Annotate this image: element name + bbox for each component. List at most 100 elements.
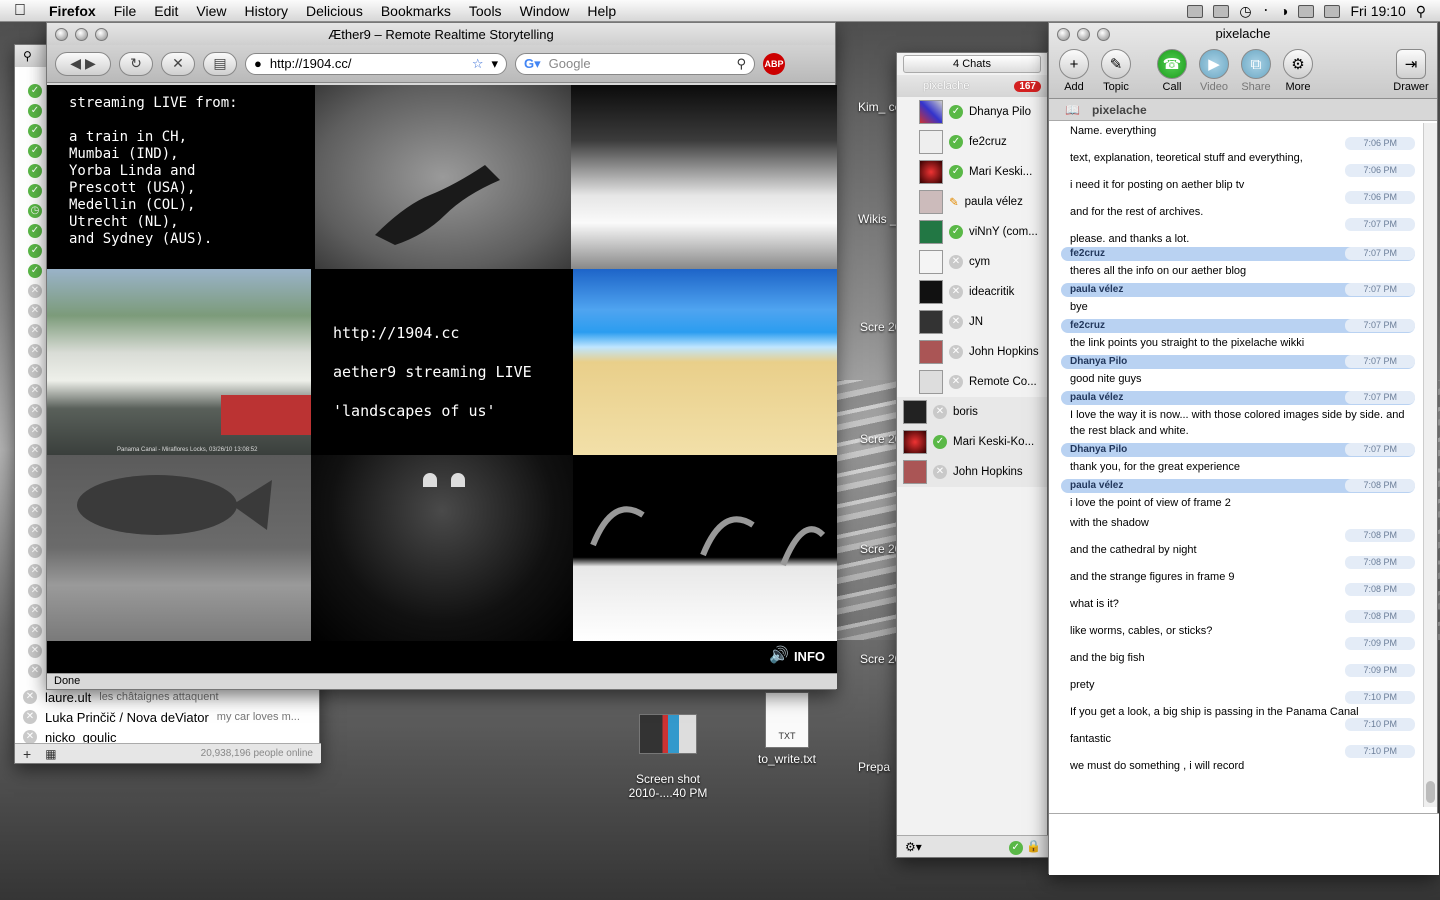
share-button[interactable]: ⧉ Share <box>1236 49 1276 93</box>
chat-group-pixelache[interactable]: pixelache 167 <box>897 75 1047 97</box>
video-frame-beach[interactable] <box>573 269 837 455</box>
video-frame-fish[interactable] <box>47 455 311 641</box>
member-row[interactable]: ✕ John Hopkins <box>897 337 1047 367</box>
offline-status-icon: ✕ <box>28 644 42 658</box>
member-name: paula vélez <box>964 196 1023 208</box>
member-row[interactable]: ✕ cym <box>897 247 1047 277</box>
spotlight-icon[interactable]: ⚲ <box>1416 3 1426 20</box>
drawer-button[interactable]: ⇥ Drawer <box>1391 49 1431 93</box>
adblock-plus-button[interactable]: ABP <box>763 52 785 75</box>
message-timestamp: 7:07 PM <box>1345 283 1415 296</box>
menu-tools[interactable]: Tools <box>460 3 511 19</box>
desktop-peek-label[interactable]: Prepa <box>858 760 890 775</box>
member-name: Mari Keski... <box>969 166 1033 178</box>
page-content: streaming LIVE from: a train in CH, Mumb… <box>47 85 837 673</box>
video-frame-strange-figures[interactable] <box>573 455 837 641</box>
video-frame-cathedral[interactable] <box>311 455 573 641</box>
lock-icon[interactable]: 🔒 <box>1026 839 1041 853</box>
message-input[interactable] <box>1049 813 1439 875</box>
offline-status-icon: ✕ <box>28 284 42 298</box>
menu-app-firefox[interactable]: Firefox <box>40 3 105 19</box>
buddy-row[interactable]: ✕ laure.ult les châtaignes attaquent <box>15 687 321 707</box>
chat-row[interactable]: ✕ boris <box>897 397 1047 427</box>
menu-bookmarks[interactable]: Bookmarks <box>372 3 460 19</box>
add-buddy-button[interactable]: + <box>23 746 31 762</box>
search-bar[interactable]: G▾ Google ⚲ <box>515 52 755 75</box>
back-arrow-icon[interactable]: ◀ <box>70 55 81 72</box>
gear-icon: ⚙ <box>1283 49 1313 79</box>
video-frame-clouds[interactable] <box>571 85 837 269</box>
video-frame-shadow[interactable] <box>315 85 571 269</box>
buddy-row[interactable]: ✕ Luka Prinčič / Nova deViator my car love… <box>15 707 321 727</box>
member-row[interactable]: ✕ Remote Co... <box>897 367 1047 397</box>
reload-button[interactable]: ↻ <box>119 51 153 76</box>
chat-row[interactable]: ✓ Mari Keski-Ko... <box>897 427 1047 457</box>
buddy-window-footer: + ▦ 20,938,196 people online <box>15 743 321 763</box>
online-status-icon: ✓ <box>28 84 42 98</box>
input-menu-icon[interactable] <box>1298 4 1315 18</box>
video-button[interactable]: ▶ Video <box>1194 49 1234 93</box>
menu-bar:  Firefox File Edit View History Delicio… <box>0 0 1440 22</box>
chat-row[interactable]: ✕ John Hopkins <box>897 457 1047 487</box>
desktop-icon-text-file[interactable]: TXT to_write.txt <box>742 692 832 766</box>
battery-icon[interactable] <box>1324 4 1341 18</box>
volume-icon[interactable]: 🔊 <box>769 645 789 665</box>
url-bar[interactable]: ● http://1904.cc/ ☆ ▾ <box>245 52 507 75</box>
scrollbar-thumb[interactable] <box>1426 781 1435 803</box>
bluetooth-icon[interactable]: ᛫ <box>1262 3 1270 19</box>
member-row[interactable]: ✓ viNnY (com... <box>897 217 1047 247</box>
topic-button[interactable]: ✎ Topic <box>1096 49 1136 93</box>
wifi-icon[interactable]: ◑ <box>1280 3 1288 19</box>
buddy-search-icon[interactable]: ⚲ <box>23 49 32 63</box>
video-frame-panama-canal[interactable]: Panama Canal - Miraflores Locks, 03/26/1… <box>47 269 311 455</box>
message-timestamp: 7:07 PM <box>1345 218 1415 231</box>
member-name: Dhanya Pilo <box>969 106 1032 118</box>
bookmark-star-icon[interactable]: ☆ <box>472 56 484 72</box>
grid-icon[interactable]: ▦ <box>45 747 56 761</box>
url-dropdown-icon[interactable]: ▾ <box>491 56 498 72</box>
unread-badge: 167 <box>1014 80 1041 92</box>
menu-view[interactable]: View <box>187 3 235 19</box>
stop-button[interactable]: ✕ <box>161 51 195 76</box>
member-row[interactable]: ✕ ideacritik <box>897 277 1047 307</box>
bookmarks-button[interactable]: ▤ <box>203 51 237 76</box>
search-icon[interactable]: ⚲ <box>736 56 746 72</box>
display-icon[interactable] <box>1213 4 1230 18</box>
firefox-window: Æther9 – Remote Realtime Storytelling ◀ … <box>46 22 837 690</box>
time-machine-icon[interactable]: ◷ <box>1239 3 1251 20</box>
call-button[interactable]: ☎ Call <box>1152 49 1192 93</box>
google-icon[interactable]: G▾ <box>524 56 541 72</box>
member-row[interactable]: ✓ Mari Keski... <box>897 157 1047 187</box>
message-timestamp: 7:09 PM <box>1345 664 1415 677</box>
member-row[interactable]: ✓ fe2cruz <box>897 127 1047 157</box>
apple-menu-icon[interactable]:  <box>0 2 40 20</box>
menu-edit[interactable]: Edit <box>145 3 187 19</box>
camera-caption: Panama Canal - Miraflores Locks, 03/26/1… <box>117 447 258 453</box>
member-row[interactable]: ✓ Dhanya Pilo <box>897 97 1047 127</box>
stream-sources-cell: streaming LIVE from: a train in CH, Mumb… <box>47 85 315 269</box>
menu-window[interactable]: Window <box>511 3 579 19</box>
add-label: Add <box>1064 81 1084 93</box>
forward-arrow-icon[interactable]: ▶ <box>85 55 96 72</box>
menu-help[interactable]: Help <box>578 3 625 19</box>
spaces-icon[interactable] <box>1187 4 1204 18</box>
more-button[interactable]: ⚙ More <box>1278 49 1318 93</box>
chats-selector[interactable]: 4 Chats <box>903 55 1041 73</box>
menu-history[interactable]: History <box>235 3 297 19</box>
message-timestamp: 7:07 PM <box>1345 355 1415 368</box>
member-row[interactable]: ✎ paula vélez <box>897 187 1047 217</box>
menu-file[interactable]: File <box>105 3 146 19</box>
menubar-clock[interactable]: Fri 19:10 <box>1350 3 1405 19</box>
desktop-icon-screenshot[interactable]: Screen shot 2010-....40 PM <box>612 700 724 800</box>
back-forward-button[interactable]: ◀ ▶ <box>55 51 111 76</box>
info-button[interactable]: INFO <box>794 649 825 664</box>
message-scrollbar[interactable] <box>1423 123 1437 807</box>
menu-delicious[interactable]: Delicious <box>297 3 372 19</box>
site-identity-icon[interactable]: ● <box>254 56 262 71</box>
message-timestamp: 7:06 PM <box>1345 137 1415 150</box>
add-button[interactable]: + Add <box>1054 49 1094 93</box>
gear-icon[interactable]: ⚙▾ <box>905 840 922 854</box>
my-status-icon[interactable]: ✓ <box>1008 840 1023 855</box>
offline-status-icon: ✕ <box>949 345 963 359</box>
member-row[interactable]: ✕ JN <box>897 307 1047 337</box>
